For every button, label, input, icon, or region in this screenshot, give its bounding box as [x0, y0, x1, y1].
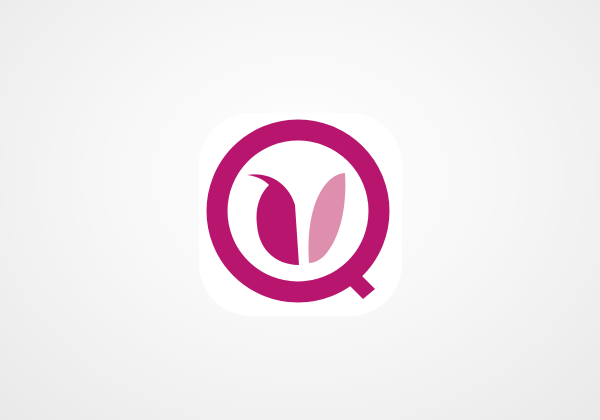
- tulip-logo-icon: [199, 113, 402, 316]
- app-logo-tile[interactable]: [199, 113, 402, 316]
